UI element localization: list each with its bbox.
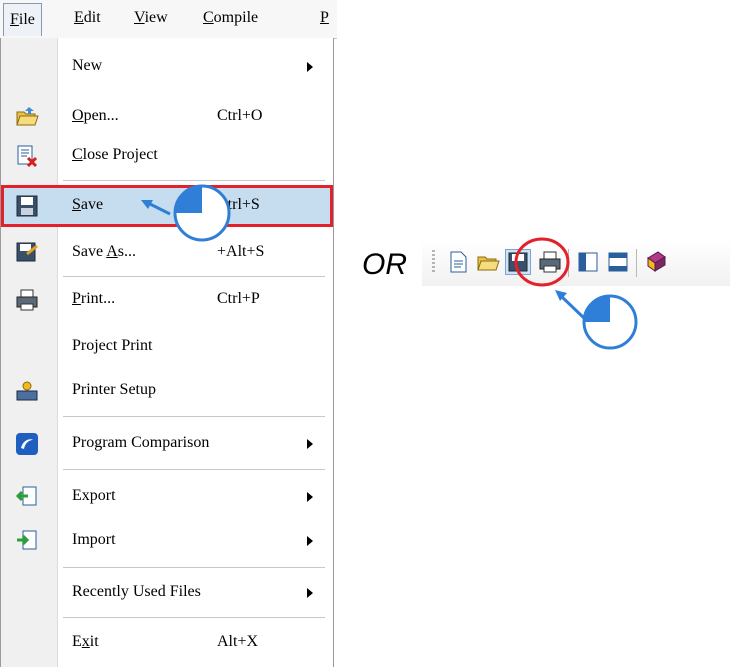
save-highlight-circle: [514, 237, 570, 287]
toolbar-pointer-arrow-line: [559, 294, 586, 320]
toolbar-mouse-button-fill: [584, 296, 610, 322]
toolbar-annotation-overlay: [514, 237, 638, 350]
